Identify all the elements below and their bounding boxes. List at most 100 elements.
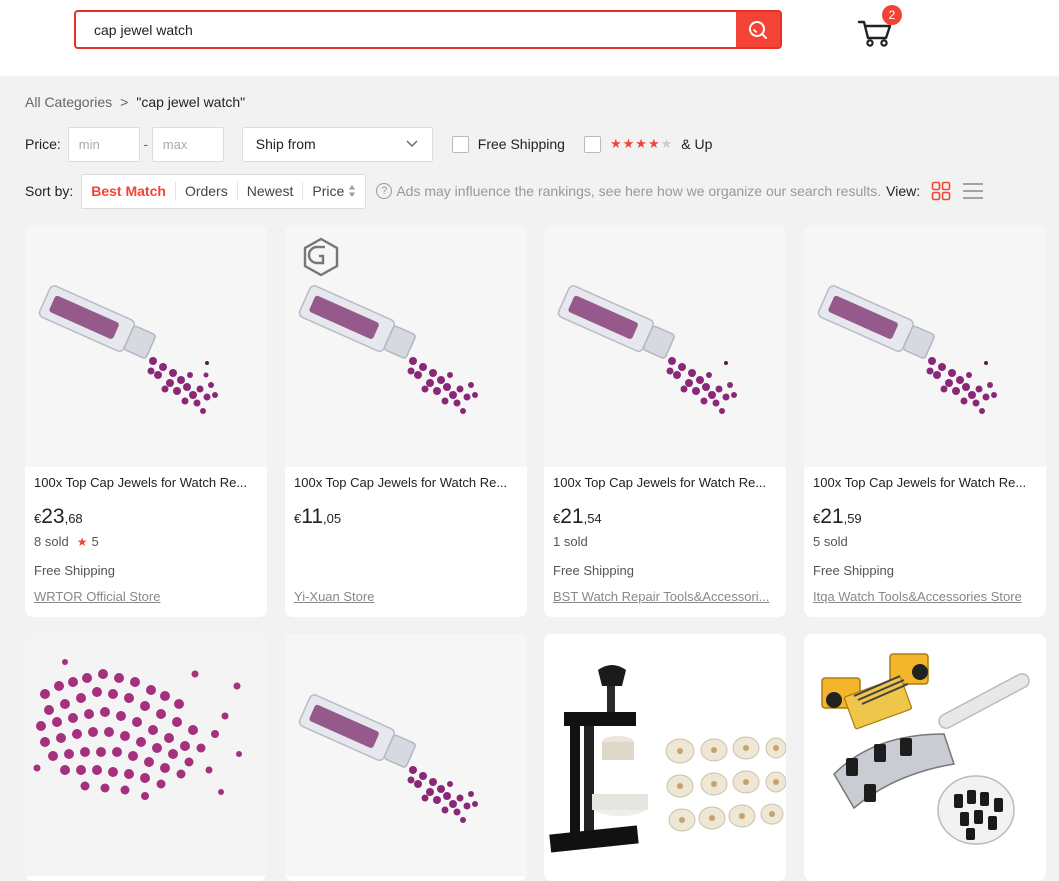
product-title[interactable]: 100x Top Cap Jewels for Watch Re... xyxy=(285,475,527,490)
product-card[interactable]: 100x Top Cap Jewels for Watch Re... € 21… xyxy=(544,225,786,617)
filter-row: Price: - Ship from Free Shipping ★ ★ ★ ★… xyxy=(25,126,712,162)
price-label: Price: xyxy=(25,136,61,152)
sort-arrows-icon xyxy=(349,185,356,197)
product-sold: 8 sold xyxy=(34,534,69,549)
star-icon: ★ xyxy=(76,534,88,549)
product-image[interactable] xyxy=(544,634,786,876)
price-currency: € xyxy=(813,511,821,526)
search-input[interactable] xyxy=(76,12,738,47)
product-title[interactable]: 100x Top Cap Jewels for Watch Re... xyxy=(544,475,786,490)
sort-best-match[interactable]: Best Match xyxy=(82,181,176,201)
list-view-icon[interactable] xyxy=(962,181,984,201)
product-title[interactable]: 100x Top Cap Jewels for Watch Re... xyxy=(25,475,267,490)
sort-options: Best Match Orders Newest Price xyxy=(81,173,367,209)
product-card[interactable] xyxy=(804,634,1046,881)
store-link[interactable]: Yi-Xuan Store xyxy=(285,589,527,604)
sort-orders[interactable]: Orders xyxy=(176,181,238,201)
product-image[interactable] xyxy=(25,225,267,467)
store-link[interactable]: WRTOR Official Store xyxy=(25,589,267,604)
free-shipping-filter[interactable]: Free Shipping xyxy=(451,135,565,153)
chevron-down-icon xyxy=(406,140,418,147)
ads-note-text[interactable]: Ads may influence the rankings, see here… xyxy=(396,183,881,199)
product-sold: 1 sold xyxy=(553,534,588,549)
product-meta: 5 sold xyxy=(804,533,1046,550)
star-icon: ★ xyxy=(647,136,660,151)
header: 2 xyxy=(0,0,1059,76)
jewel-vial-image xyxy=(544,225,786,467)
ship-from-select[interactable]: Ship from xyxy=(241,126,433,162)
product-image[interactable] xyxy=(804,225,1046,467)
star-icon: ★ xyxy=(622,136,635,151)
product-card[interactable] xyxy=(25,634,267,881)
product-card[interactable] xyxy=(285,634,527,881)
store-link[interactable]: Itqa Watch Tools&Accessories Store xyxy=(804,589,1046,604)
product-card[interactable]: 100x Top Cap Jewels for Watch Re... € 21… xyxy=(804,225,1046,617)
product-card[interactable] xyxy=(544,634,786,881)
rating-up-label: & Up xyxy=(681,136,713,152)
price-min-input[interactable] xyxy=(67,126,140,162)
cart-button[interactable]: 2 xyxy=(856,5,902,48)
free-shipping-label: Free Shipping xyxy=(477,136,565,152)
product-shipping xyxy=(285,563,527,579)
product-image[interactable] xyxy=(25,634,267,876)
rating-stars: ★ ★ ★ ★ ★ xyxy=(610,136,672,152)
product-image[interactable] xyxy=(544,225,786,467)
sort-price[interactable]: Price xyxy=(303,182,365,201)
free-shipping-checkbox[interactable] xyxy=(451,135,469,153)
view-label: View: xyxy=(886,183,921,199)
price-currency: € xyxy=(294,511,302,526)
price-dash: - xyxy=(143,136,149,152)
star-empty-icon: ★ xyxy=(660,136,673,151)
sort-row: Sort by: Best Match Orders Newest Price … xyxy=(25,173,1045,209)
price-integer: 21 xyxy=(820,505,844,528)
product-shipping: Free Shipping xyxy=(813,563,894,578)
price-decimal: ,59 xyxy=(843,511,862,526)
product-card[interactable]: 100x Top Cap Jewels for Watch Re... € 11… xyxy=(285,225,527,617)
ship-from-label: Ship from xyxy=(255,136,316,152)
price-integer: 11 xyxy=(301,505,324,528)
product-image[interactable] xyxy=(285,634,527,876)
loose-jewels-image xyxy=(25,634,267,876)
price-decimal: ,05 xyxy=(323,511,342,526)
price-integer: 23 xyxy=(41,505,65,528)
jewel-vial-image xyxy=(285,225,527,467)
star-icon: ★ xyxy=(609,136,622,151)
product-title[interactable]: 100x Top Cap Jewels for Watch Re... xyxy=(804,475,1046,490)
product-price: € 21 ,59 xyxy=(804,505,1046,529)
product-sold: 5 sold xyxy=(813,534,848,549)
product-image[interactable] xyxy=(804,634,1046,876)
breadcrumb-all-categories[interactable]: All Categories xyxy=(25,94,112,110)
breadcrumb-separator: > xyxy=(120,94,129,110)
sort-price-label: Price xyxy=(312,182,345,199)
product-card[interactable]: 100x Top Cap Jewels for Watch Re... € 23… xyxy=(25,225,267,617)
product-meta: 1 sold xyxy=(544,533,786,550)
star-icon: ★ xyxy=(635,136,647,151)
search-button[interactable] xyxy=(736,12,780,47)
price-currency: € xyxy=(34,511,42,526)
jewel-vial-image xyxy=(804,225,1046,467)
sort-newest[interactable]: Newest xyxy=(238,181,304,201)
press-tool-image xyxy=(544,634,786,876)
breadcrumb-current: "cap jewel watch" xyxy=(136,94,246,110)
search-box xyxy=(74,10,782,49)
rating-filter[interactable]: ★ ★ ★ ★ ★ & Up xyxy=(583,135,713,153)
help-icon[interactable]: ? xyxy=(376,183,393,199)
price-decimal: ,54 xyxy=(583,511,602,526)
grid-view-icon[interactable] xyxy=(931,181,951,201)
product-price: € 21 ,54 xyxy=(544,505,786,529)
product-shipping: Free Shipping xyxy=(553,563,634,578)
product-price: € 11 ,05 xyxy=(285,505,527,529)
search-icon xyxy=(749,20,767,39)
jewel-vial-image xyxy=(25,225,267,467)
product-shipping: Free Shipping xyxy=(34,563,115,578)
price-max-input[interactable] xyxy=(151,126,224,162)
rating-checkbox[interactable] xyxy=(583,135,601,153)
product-meta: 8 sold ★ 5 xyxy=(25,533,267,550)
product-image[interactable] xyxy=(285,225,527,467)
product-rating: 5 xyxy=(91,534,99,549)
jewel-vial-image xyxy=(285,634,527,876)
ads-note: ? Ads may influence the rankings, see he… xyxy=(376,183,881,199)
breadcrumb: All Categories > "cap jewel watch" xyxy=(25,94,245,110)
store-link[interactable]: BST Watch Repair Tools&Accessori... xyxy=(544,589,786,604)
price-integer: 21 xyxy=(560,505,584,528)
